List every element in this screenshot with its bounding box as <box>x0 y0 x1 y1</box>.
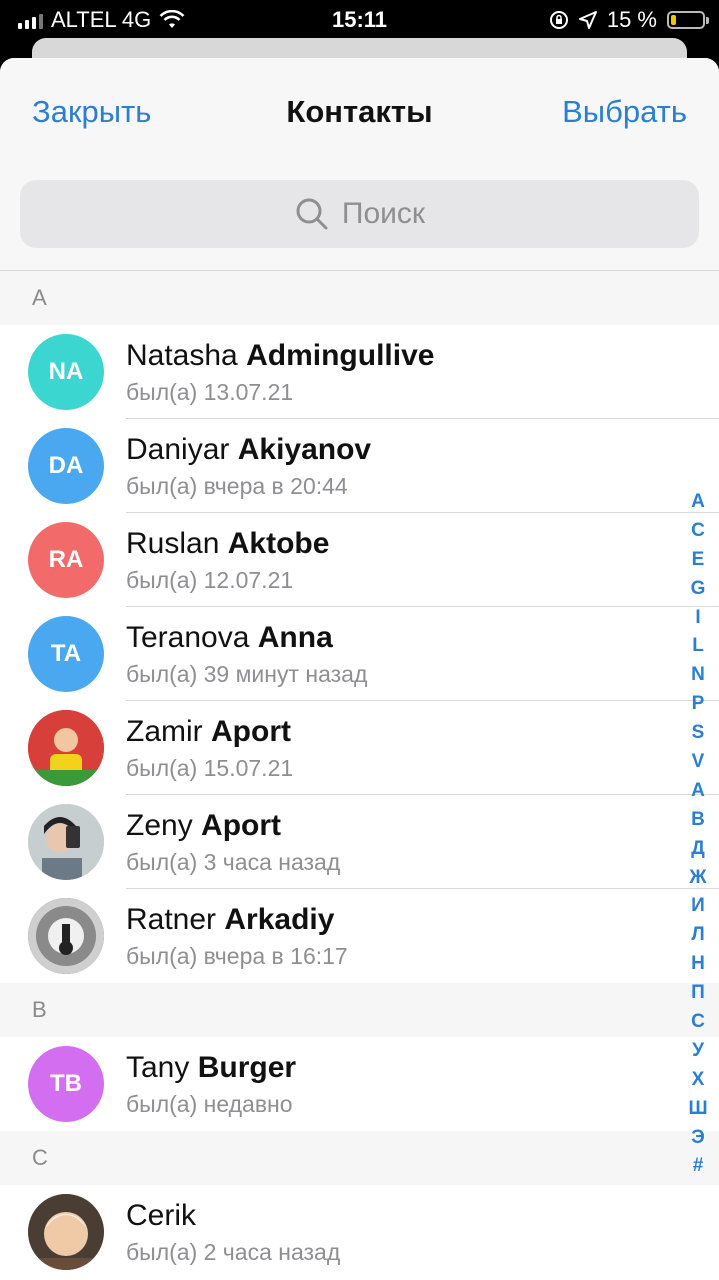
avatar: NA <box>28 334 104 410</box>
battery-icon <box>667 11 709 29</box>
contact-last-name: Aktobe <box>227 527 330 560</box>
contact-first-name: Cerik <box>126 1199 197 1232</box>
contact-row[interactable]: RA Ruslan Aktobe был(а) 12.07.21 <box>0 513 719 607</box>
nav-bar: Закрыть Контакты Выбрать Поиск <box>0 58 719 271</box>
contact-row[interactable]: TB Tany Burger был(а) недавно <box>0 1037 719 1131</box>
status-right: 15 % <box>549 7 709 33</box>
contact-first-name: Zeny <box>126 809 193 842</box>
contact-last-name: Burger <box>197 1051 297 1084</box>
contact-row[interactable]: TA Teranova Anna был(а) 39 минут назад <box>0 607 719 701</box>
contact-name: Daniyar Akiyanov <box>126 433 371 467</box>
contact-row[interactable]: DA Daniyar Akiyanov был(а) вчера в 20:44 <box>0 419 719 513</box>
contact-last-name: Aport <box>201 809 282 842</box>
avatar <box>28 898 104 974</box>
avatar-photo <box>28 804 104 880</box>
contacts-sheet: Закрыть Контакты Выбрать Поиск A NA Natash… <box>0 58 719 1280</box>
contact-last-name: Arkadiy <box>224 903 335 936</box>
index-letter[interactable]: I <box>695 604 700 633</box>
contact-first-name: Teranova <box>126 621 250 654</box>
index-letter[interactable]: А <box>691 777 705 806</box>
orientation-lock-icon <box>549 11 568 29</box>
index-letter[interactable]: E <box>692 546 705 575</box>
contact-first-name: Ratner <box>126 903 217 936</box>
avatar <box>28 1194 104 1270</box>
contact-name: Natasha Admingullive <box>126 339 434 373</box>
select-button[interactable]: Выбрать <box>562 94 687 130</box>
contact-row[interactable]: Ratner Arkadiy был(а) вчера в 16:17 <box>0 889 719 983</box>
search-placeholder: Поиск <box>341 197 426 230</box>
contact-status: был(а) 12.07.21 <box>126 567 294 593</box>
contact-first-name: Natasha <box>126 339 238 372</box>
index-letter[interactable]: # <box>693 1152 704 1181</box>
contact-status: был(а) 2 часа назад <box>126 1239 341 1265</box>
index-letter[interactable]: Х <box>692 1066 705 1095</box>
contact-status: был(а) 15.07.21 <box>126 755 294 781</box>
contact-last-name: Akiyanov <box>237 433 372 466</box>
contact-status: был(а) вчера в 16:17 <box>126 943 348 969</box>
contact-status: был(а) 13.07.21 <box>126 379 294 405</box>
avatar <box>28 710 104 786</box>
contact-first-name: Daniyar <box>126 433 230 466</box>
index-letter[interactable]: Ж <box>689 864 706 893</box>
contact-status: был(а) 3 часа назад <box>126 849 341 875</box>
contact-last-name: Aport <box>211 715 291 748</box>
contact-name: Teranova Anna <box>126 621 333 655</box>
avatar-photo <box>28 898 104 974</box>
index-letter[interactable]: Л <box>691 921 704 950</box>
location-icon <box>578 11 597 29</box>
index-letter[interactable]: У <box>692 1037 704 1066</box>
contact-last-name: Anna <box>257 621 333 654</box>
contact-last-name: Admingullive <box>246 339 435 372</box>
contact-name: Cerik <box>126 1199 196 1233</box>
contact-row[interactable]: Zamir Aport был(а) 15.07.21 <box>0 701 719 795</box>
index-letter[interactable]: N <box>691 661 705 690</box>
index-letter[interactable]: Д <box>691 835 705 864</box>
contact-status: был(а) недавно <box>126 1091 293 1117</box>
section-header: A <box>0 271 719 325</box>
battery-level-fill <box>671 15 676 25</box>
index-letter[interactable]: L <box>692 632 704 661</box>
avatar <box>28 804 104 880</box>
contact-name: Ratner Arkadiy <box>126 903 334 937</box>
contact-first-name: Ruslan <box>126 527 220 560</box>
contact-status: был(а) 39 минут назад <box>126 661 368 687</box>
index-letter[interactable]: В <box>691 806 705 835</box>
index-letter[interactable]: Э <box>691 1124 705 1153</box>
avatar: RA <box>28 522 104 598</box>
index-letter[interactable]: V <box>692 748 705 777</box>
index-letter[interactable]: P <box>692 690 705 719</box>
contact-first-name: Zamir <box>126 715 203 748</box>
avatar: TA <box>28 616 104 692</box>
index-letter[interactable]: Н <box>691 950 705 979</box>
contact-name: Ruslan Aktobe <box>126 527 329 561</box>
contact-name: Zeny Aport <box>126 809 281 843</box>
battery-percent: 15 % <box>606 7 657 32</box>
contact-status: был(а) вчера в 20:44 <box>126 473 348 499</box>
index-letter[interactable]: И <box>691 892 705 921</box>
status-bar: ALTEL 4G 15:11 15 % <box>0 0 719 40</box>
contact-name: Zamir Aport <box>126 715 291 749</box>
contact-row[interactable]: NA Natasha Admingullive был(а) 13.07.21 <box>0 325 719 419</box>
avatar: TB <box>28 1046 104 1122</box>
avatar-photo <box>28 1194 104 1270</box>
section-index[interactable]: A C E G I L N P S V А В Д Ж И Л Н П С У Х Ш Э # <box>687 488 709 1181</box>
index-letter[interactable]: П <box>691 979 705 1008</box>
contact-list: A NA Natasha Admingullive был(а) 13.07.21 DA… <box>0 271 719 1279</box>
index-letter[interactable]: G <box>691 575 706 604</box>
section-header: B <box>0 983 719 1037</box>
index-letter[interactable]: C <box>691 517 705 546</box>
index-letter[interactable]: S <box>692 719 705 748</box>
section-header: C <box>0 1131 719 1185</box>
search-input[interactable]: Поиск <box>20 180 699 248</box>
index-letter[interactable]: Ш <box>688 1095 707 1124</box>
contact-first-name: Tany <box>126 1051 190 1084</box>
contact-row[interactable]: Zeny Aport был(а) 3 часа назад <box>0 795 719 889</box>
index-letter[interactable]: A <box>691 488 705 517</box>
avatar-photo <box>28 710 104 786</box>
avatar: DA <box>28 428 104 504</box>
index-letter[interactable]: С <box>691 1008 705 1037</box>
contact-row[interactable]: Cerik был(а) 2 часа назад <box>0 1185 719 1279</box>
search-icon <box>296 198 328 230</box>
contact-name: Tany Burger <box>126 1051 296 1085</box>
